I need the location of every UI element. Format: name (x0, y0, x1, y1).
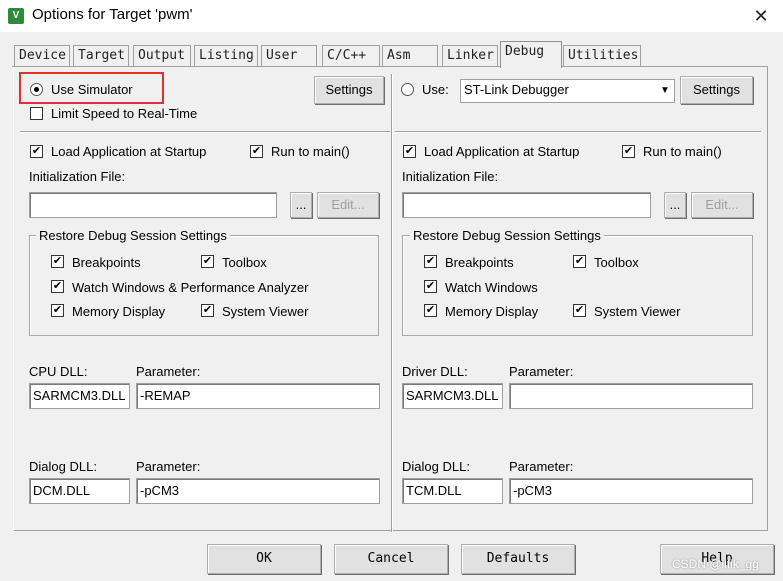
init-file-label: Initialization File: (29, 169, 126, 184)
tab-user[interactable]: User (261, 45, 317, 67)
ok-button[interactable]: OK (207, 544, 321, 574)
driver-system-viewer-checkbox[interactable]: ✔ (573, 304, 586, 317)
driver-dll-label: Driver DLL: (402, 364, 468, 379)
tab-debug[interactable]: Debug (500, 41, 562, 68)
tab-listing[interactable]: Listing (194, 45, 258, 67)
defaults-button[interactable]: Defaults (461, 544, 575, 574)
driver-system-viewer-label: System Viewer (594, 304, 681, 319)
right-divider (395, 131, 761, 133)
tab-linker[interactable]: Linker (442, 45, 498, 67)
restore-settings-title: Restore Debug Session Settings (36, 228, 230, 243)
window-title: Options for Target 'pwm' (32, 6, 193, 23)
keil-uvision-icon: V (8, 8, 24, 24)
column-divider (391, 74, 393, 532)
driver-breakpoints-label: Breakpoints (445, 255, 514, 270)
watch-windows-label: Watch Windows & Performance Analyzer (72, 280, 309, 295)
debugger-select-value: ST-Link Debugger (464, 82, 569, 97)
driver-dialog-dll-label: Dialog DLL: (402, 459, 470, 474)
driver-dll-input[interactable]: SARMCM3.DLL (402, 383, 503, 409)
driver-restore-settings-title: Restore Debug Session Settings (410, 228, 604, 243)
driver-toolbox-checkbox[interactable]: ✔ (573, 255, 586, 268)
tab-output[interactable]: Output (133, 45, 191, 67)
breakpoints-checkbox[interactable]: ✔ (51, 255, 64, 268)
memory-display-label: Memory Display (72, 304, 166, 319)
init-file-edit-button[interactable]: Edit... (317, 192, 379, 218)
load-app-label: Load Application at Startup (51, 144, 207, 159)
driver-load-app-checkbox[interactable]: ✔ (403, 145, 416, 158)
load-app-checkbox[interactable]: ✔ (30, 145, 43, 158)
tab-c-cpp[interactable]: C/C++ (322, 45, 380, 67)
use-debugger-radio[interactable] (401, 83, 414, 96)
toolbox-checkbox[interactable]: ✔ (201, 255, 214, 268)
chevron-down-icon: ▼ (660, 85, 670, 96)
driver-init-file-input[interactable] (402, 192, 651, 218)
dialog-parameter-label: Parameter: (136, 459, 201, 474)
use-simulator-radio[interactable] (30, 83, 43, 96)
cancel-button[interactable]: Cancel (334, 544, 448, 574)
driver-init-file-edit-button[interactable]: Edit... (691, 192, 753, 218)
driver-dialog-parameter-label: Parameter: (509, 459, 574, 474)
init-file-input[interactable] (29, 192, 277, 218)
dialog-parameter-input[interactable]: -pCM3 (136, 478, 380, 504)
driver-init-file-browse-button[interactable]: ... (664, 192, 686, 218)
driver-toolbox-label: Toolbox (594, 255, 639, 270)
tab-asm[interactable]: Asm (382, 45, 438, 67)
driver-dialog-dll-input[interactable]: TCM.DLL (402, 478, 503, 504)
driver-memory-display-label: Memory Display (445, 304, 539, 319)
breakpoints-label: Breakpoints (72, 255, 141, 270)
driver-watch-windows-checkbox[interactable]: ✔ (424, 280, 437, 293)
system-viewer-checkbox[interactable]: ✔ (201, 304, 214, 317)
driver-load-app-label: Load Application at Startup (424, 144, 580, 159)
debugger-select[interactable]: ST-Link Debugger ▼ (460, 79, 675, 103)
system-viewer-label: System Viewer (222, 304, 309, 319)
cpu-dll-input[interactable]: SARMCM3.DLL (29, 383, 130, 409)
driver-init-file-label: Initialization File: (402, 169, 499, 184)
limit-speed-checkbox[interactable] (30, 107, 43, 120)
init-file-browse-button[interactable]: ... (290, 192, 312, 218)
toolbox-label: Toolbox (222, 255, 267, 270)
simulator-settings-button[interactable]: Settings (314, 76, 384, 104)
memory-display-checkbox[interactable]: ✔ (51, 304, 64, 317)
debugger-settings-button[interactable]: Settings (680, 76, 753, 104)
limit-speed-label: Limit Speed to Real-Time (51, 106, 198, 121)
cpu-dll-label: CPU DLL: (29, 364, 88, 379)
dialog-dll-label: Dialog DLL: (29, 459, 97, 474)
driver-watch-windows-label: Watch Windows (445, 280, 538, 295)
driver-run-to-main-label: Run to main() (643, 144, 722, 159)
watch-windows-checkbox[interactable]: ✔ (51, 280, 64, 293)
cpu-parameter-label: Parameter: (136, 364, 201, 379)
driver-breakpoints-checkbox[interactable]: ✔ (424, 255, 437, 268)
driver-parameter-input[interactable] (509, 383, 753, 409)
driver-dialog-parameter-input[interactable]: -pCM3 (509, 478, 753, 504)
driver-parameter-label: Parameter: (509, 364, 574, 379)
run-to-main-label: Run to main() (271, 144, 350, 159)
use-debugger-label: Use: (422, 82, 449, 97)
tab-utilities[interactable]: Utilities (563, 45, 641, 67)
driver-run-to-main-checkbox[interactable]: ✔ (622, 145, 635, 158)
close-icon[interactable]: ✕ (750, 6, 772, 26)
cpu-parameter-input[interactable]: -REMAP (136, 383, 380, 409)
tab-device[interactable]: Device (14, 45, 70, 67)
use-simulator-label: Use Simulator (51, 82, 133, 97)
run-to-main-checkbox[interactable]: ✔ (250, 145, 263, 158)
left-divider (20, 131, 390, 133)
driver-memory-display-checkbox[interactable]: ✔ (424, 304, 437, 317)
dialog-dll-input[interactable]: DCM.DLL (29, 478, 130, 504)
csdn-watermark: CSDN @lifik_gg (672, 557, 759, 571)
tab-target[interactable]: Target (73, 45, 129, 67)
